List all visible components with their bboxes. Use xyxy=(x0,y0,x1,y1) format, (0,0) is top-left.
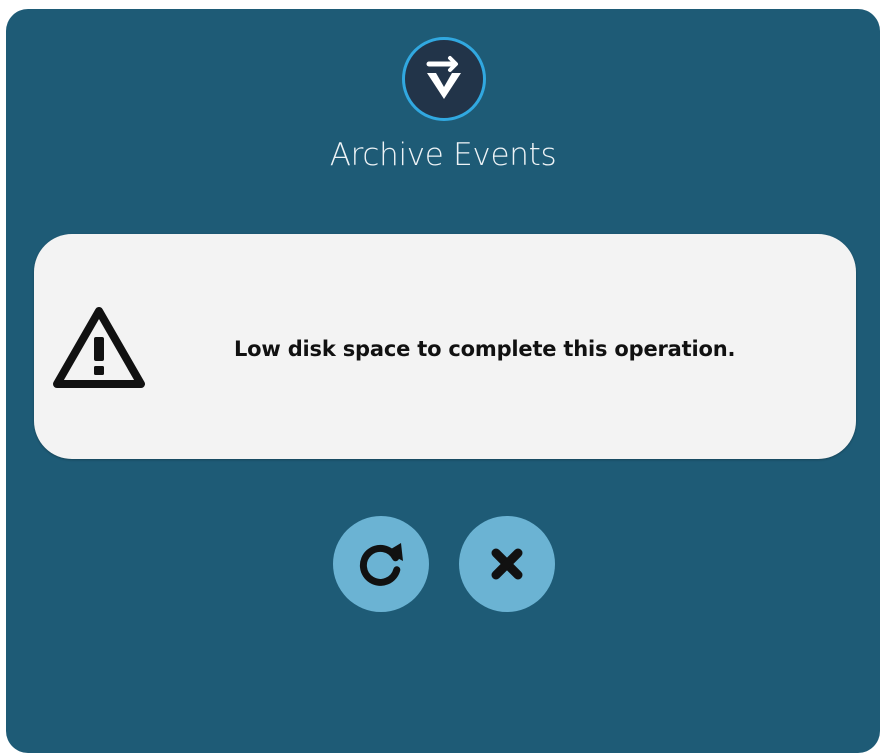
v-logo-icon xyxy=(426,56,461,99)
retry-icon xyxy=(359,543,403,586)
message-card: Low disk space to complete this operatio… xyxy=(34,234,856,459)
close-button[interactable] xyxy=(459,516,555,612)
app-logo xyxy=(402,37,486,121)
close-icon xyxy=(491,548,523,580)
message-text: Low disk space to complete this operatio… xyxy=(234,337,736,361)
dialog-title: Archive Events xyxy=(329,137,557,173)
archive-events-dialog: Archive Events Low disk space to complet… xyxy=(6,9,880,753)
retry-button[interactable] xyxy=(333,516,429,612)
warning-triangle-icon xyxy=(53,307,145,388)
